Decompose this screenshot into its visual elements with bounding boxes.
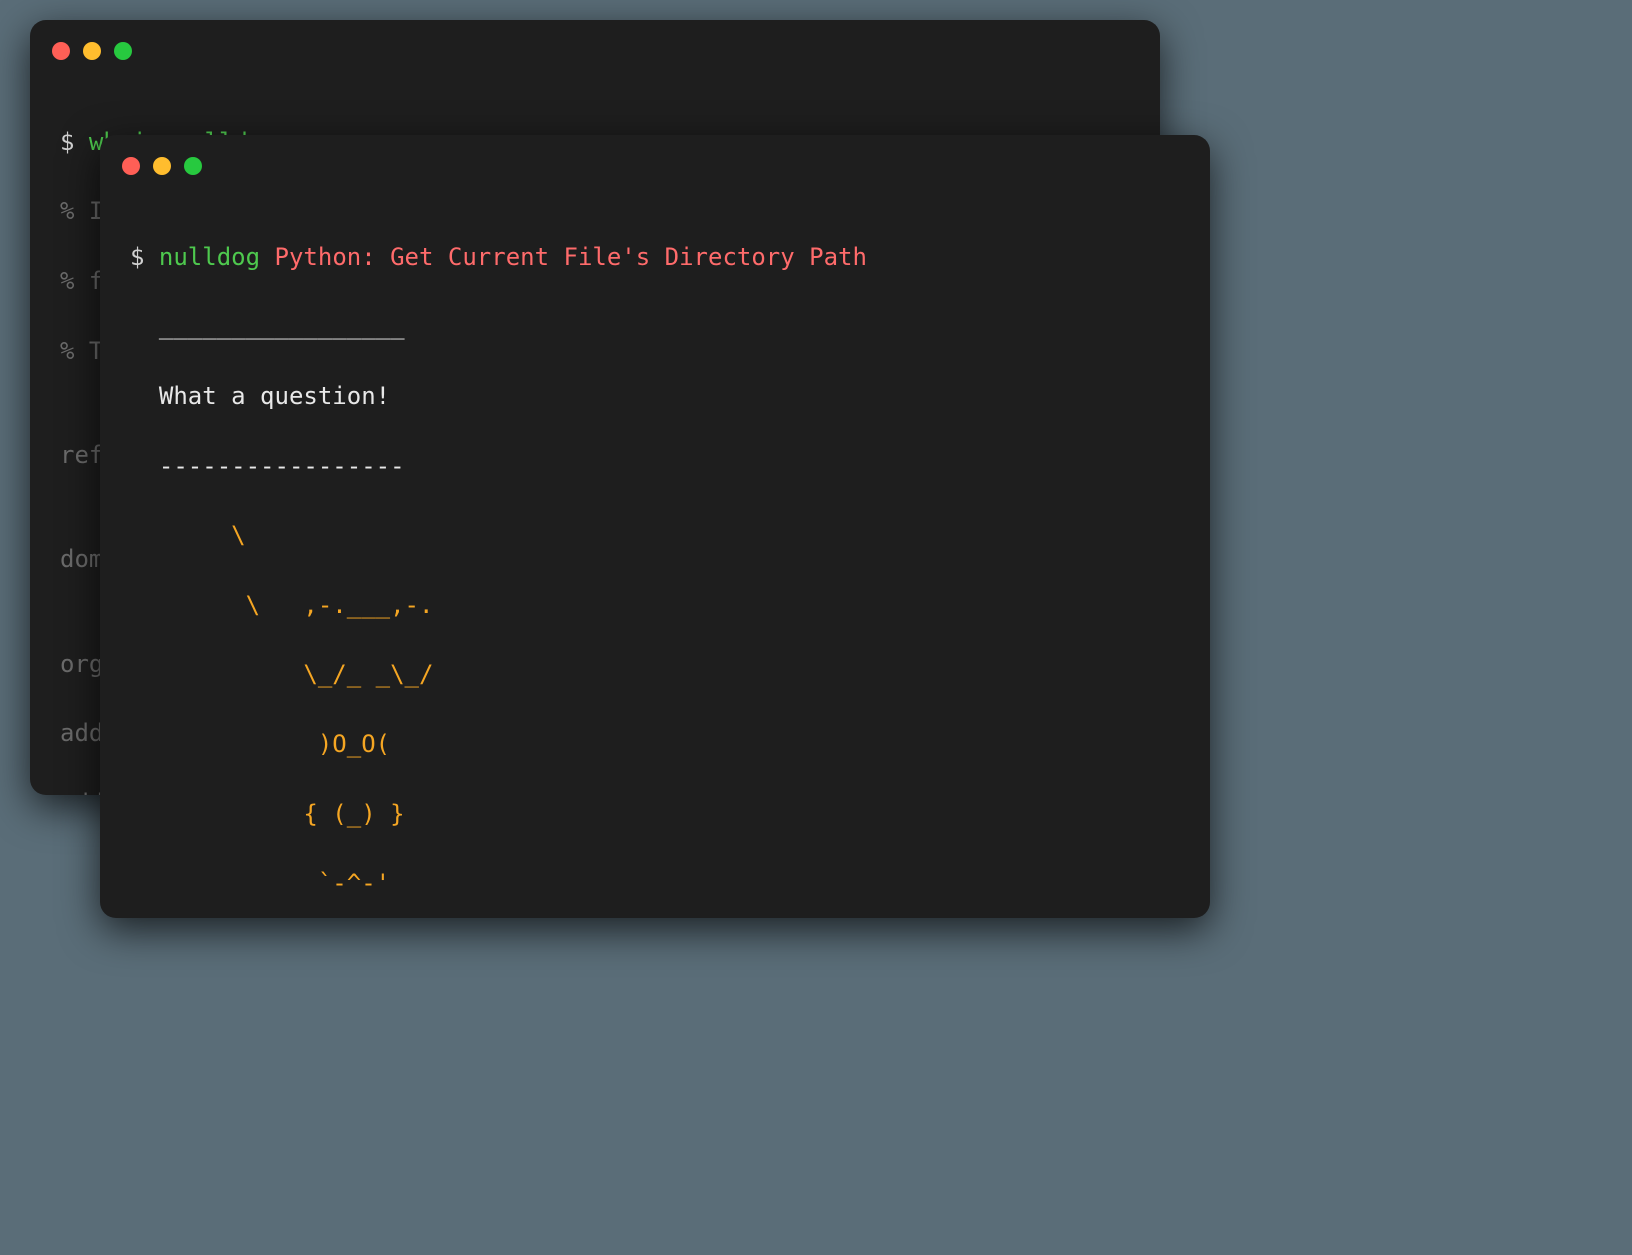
ascii-art-line: \_/_ _\_/ [130,657,1180,692]
page-title: Python: Get Current File's Directory Pat… [275,243,867,271]
close-icon[interactable] [52,42,70,60]
minimize-icon[interactable] [83,42,101,60]
command-name: nulldog [159,243,260,271]
window-controls [100,135,1210,175]
maximize-icon[interactable] [114,42,132,60]
speech-bubble-bottom: ----------------- [130,449,1180,484]
ascii-art-line: \ ,-.___,-. [130,588,1180,623]
prompt-symbol: $ [130,243,144,271]
prompt-symbol: $ [60,128,74,156]
ascii-art-line: \ [130,518,1180,553]
ascii-art-line: )O_O( [130,727,1180,762]
terminal-window-front: $ nulldog Python: Get Current File's Dir… [100,135,1210,918]
window-controls [30,20,1160,60]
minimize-icon[interactable] [153,157,171,175]
terminal-content-front: $ nulldog Python: Get Current File's Dir… [100,175,1210,918]
speech-bubble-top: _________________ [130,309,1180,344]
maximize-icon[interactable] [184,157,202,175]
ascii-art-line: { (_) } [130,797,1180,832]
ascii-art-line: `-^-' [130,866,1180,901]
speech-bubble-text: What a question! [130,379,1180,414]
close-icon[interactable] [122,157,140,175]
